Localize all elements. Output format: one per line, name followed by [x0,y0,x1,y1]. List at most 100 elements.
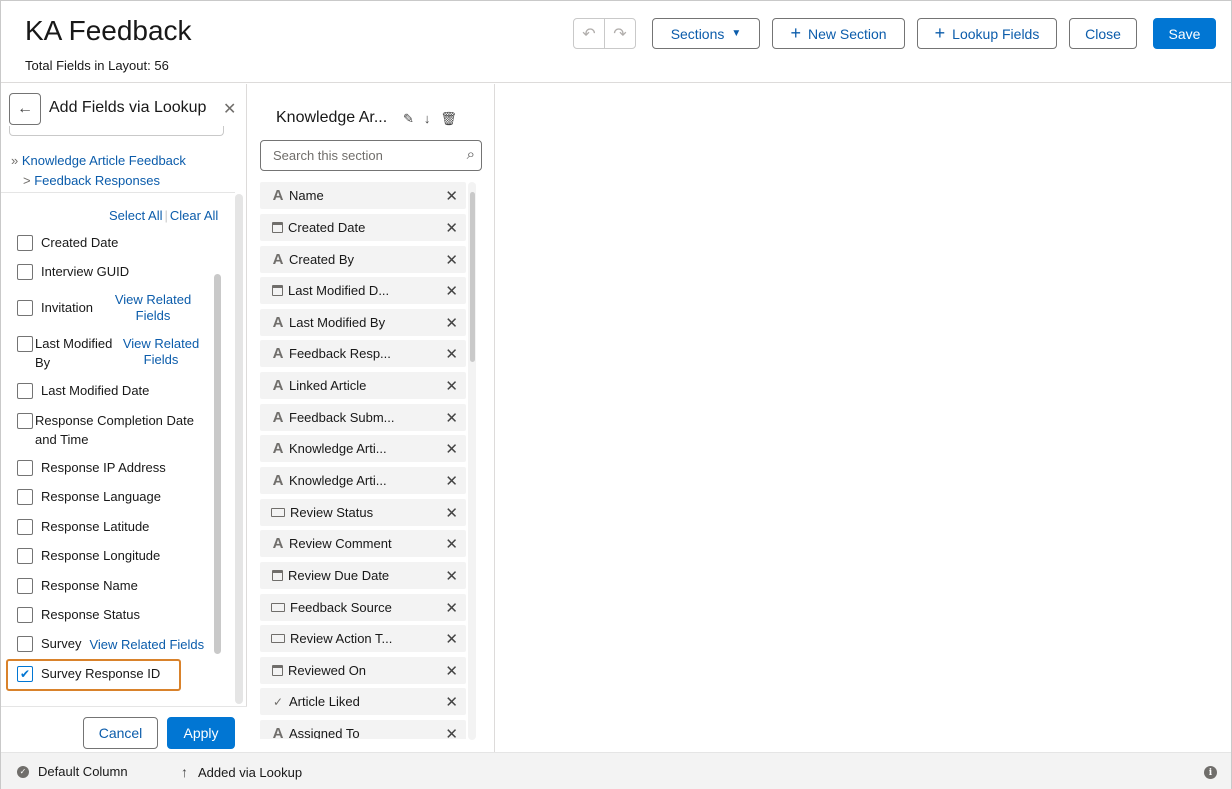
field-checkbox[interactable] [17,578,33,594]
remove-icon[interactable]: ✕ [445,314,458,332]
cancel-button[interactable]: Cancel [83,717,158,749]
lookup-search-input[interactable] [9,126,224,136]
layout-field[interactable]: ✓ Article Liked ✕ [260,688,466,715]
remove-icon[interactable]: ✕ [445,282,458,300]
save-button[interactable]: Save [1153,18,1216,49]
remove-icon[interactable]: ✕ [445,693,458,711]
lookup-field-row[interactable]: Last Modified By View Related Fields [17,336,201,372]
breadcrumb-root-link[interactable]: Knowledge Article Feedback [22,153,186,168]
field-checkbox[interactable] [17,235,33,251]
layout-field[interactable]: A Name ✕ [260,182,466,209]
remove-icon[interactable]: ✕ [445,377,458,395]
lookup-field-row[interactable]: Response Language [17,489,161,505]
remove-icon[interactable]: ✕ [445,440,458,458]
redo-icon[interactable]: ↷ [604,19,635,48]
view-related-fields-link[interactable]: View Related Fields [89,637,204,652]
remove-icon[interactable]: ✕ [445,345,458,363]
layout-field[interactable]: Review Status ✕ [260,499,466,526]
field-checkbox[interactable] [17,548,33,564]
section-scrollbar-thumb[interactable] [470,192,475,362]
remove-icon[interactable]: ✕ [445,630,458,648]
lookup-field-row[interactable]: Response Status [17,607,140,623]
field-checkbox[interactable] [17,300,33,316]
remove-icon[interactable]: ✕ [445,535,458,553]
layout-field[interactable]: A Knowledge Arti... ✕ [260,435,466,462]
layout-field-label: Last Modified By [289,315,386,330]
layout-field[interactable]: Reviewed On ✕ [260,657,466,684]
layout-field[interactable]: Review Due Date ✕ [260,562,466,589]
undo-icon[interactable]: ↶ [574,19,604,48]
edit-pencil-icon[interactable]: ✎ [403,111,414,127]
layout-field[interactable]: A Created By ✕ [260,246,466,273]
field-checkbox[interactable] [17,460,33,476]
back-button[interactable]: ← [9,93,41,125]
arrow-down-icon[interactable]: ↓ [424,111,431,127]
lookup-field-row[interactable]: Response Latitude [17,519,149,535]
arrow-left-icon: ← [17,100,33,117]
layout-field[interactable]: A Assigned To ✕ [260,720,466,739]
new-section-button[interactable]: + New Section [772,18,905,49]
remove-icon[interactable]: ✕ [445,567,458,585]
lookup-field-row[interactable]: Last Modified Date [17,383,149,399]
lookup-field-row[interactable]: Response Name [17,578,138,594]
panel-scrollbar[interactable] [235,194,243,704]
close-icon[interactable]: ✕ [223,99,236,119]
layout-field[interactable]: A Feedback Resp... ✕ [260,340,466,367]
plus-icon: + [934,23,946,43]
field-checkbox[interactable] [17,489,33,505]
field-checkbox[interactable] [17,636,33,652]
field-checkbox[interactable] [17,607,33,623]
lookup-field-row[interactable]: Response Longitude [17,548,160,564]
remove-icon[interactable]: ✕ [445,662,458,680]
field-list-scrollbar[interactable] [214,274,221,654]
breadcrumb-child-link[interactable]: Feedback Responses [34,173,160,188]
select-all-link[interactable]: Select All [109,208,162,223]
arrow-up-icon: ↑ [181,764,188,780]
remove-icon[interactable]: ✕ [445,219,458,237]
remove-icon[interactable]: ✕ [445,725,458,739]
layout-field[interactable]: Created Date ✕ [260,214,466,241]
remove-icon[interactable]: ✕ [445,409,458,427]
layout-field[interactable]: A Last Modified By ✕ [260,309,466,336]
layout-field[interactable]: Feedback Source ✕ [260,594,466,621]
sections-button[interactable]: Sections ▼ [652,18,760,49]
field-checkbox[interactable] [17,336,33,352]
lookup-field-row[interactable]: Interview GUID [17,264,129,280]
close-button[interactable]: Close [1069,18,1137,49]
field-checkbox[interactable] [17,413,33,429]
text-field-icon: A [272,472,284,489]
trash-icon[interactable]: 🗑 [440,111,457,127]
field-checkbox[interactable] [17,383,33,399]
lookup-field-row[interactable]: Response Completion Date and Time [17,413,207,449]
view-related-fields-link[interactable]: View Related Fields [113,292,193,324]
remove-icon[interactable]: ✕ [445,504,458,522]
layout-field[interactable]: A Knowledge Arti... ✕ [260,467,466,494]
layout-field-label: Reviewed On [288,663,367,678]
info-icon[interactable]: i [1204,766,1217,779]
lookup-field-row[interactable]: Created Date [17,235,118,251]
lookup-fields-button[interactable]: + Lookup Fields [917,18,1057,49]
layout-field[interactable]: Review Action T... ✕ [260,625,466,652]
layout-field[interactable]: A Linked Article ✕ [260,372,466,399]
remove-icon[interactable]: ✕ [445,472,458,490]
double-chevron-icon: » [11,153,19,168]
field-checkbox[interactable] [17,264,33,280]
layout-field[interactable]: A Review Comment ✕ [260,530,466,557]
undo-redo-group: ↶ ↷ [573,18,636,49]
lookup-field-row[interactable]: Response IP Address [17,460,166,476]
field-checkbox[interactable] [17,519,33,535]
field-label: Last Modified Date [41,383,150,398]
layout-field[interactable]: Last Modified D... ✕ [260,277,466,304]
plus-icon: + [790,23,801,43]
lookup-field-row[interactable]: Survey View Related Fields [17,636,204,652]
remove-icon[interactable]: ✕ [445,251,458,269]
view-related-fields-link[interactable]: View Related Fields [121,336,201,368]
remove-icon[interactable]: ✕ [445,599,458,617]
layout-field[interactable]: A Feedback Subm... ✕ [260,404,466,431]
section-search-input[interactable]: Search this section ⌕ [260,140,482,171]
apply-button[interactable]: Apply [167,717,235,749]
clear-all-link[interactable]: Clear All [170,208,218,223]
save-label: Save [1168,25,1201,42]
lookup-field-row[interactable]: Invitation View Related Fields [17,292,193,324]
remove-icon[interactable]: ✕ [445,187,458,205]
